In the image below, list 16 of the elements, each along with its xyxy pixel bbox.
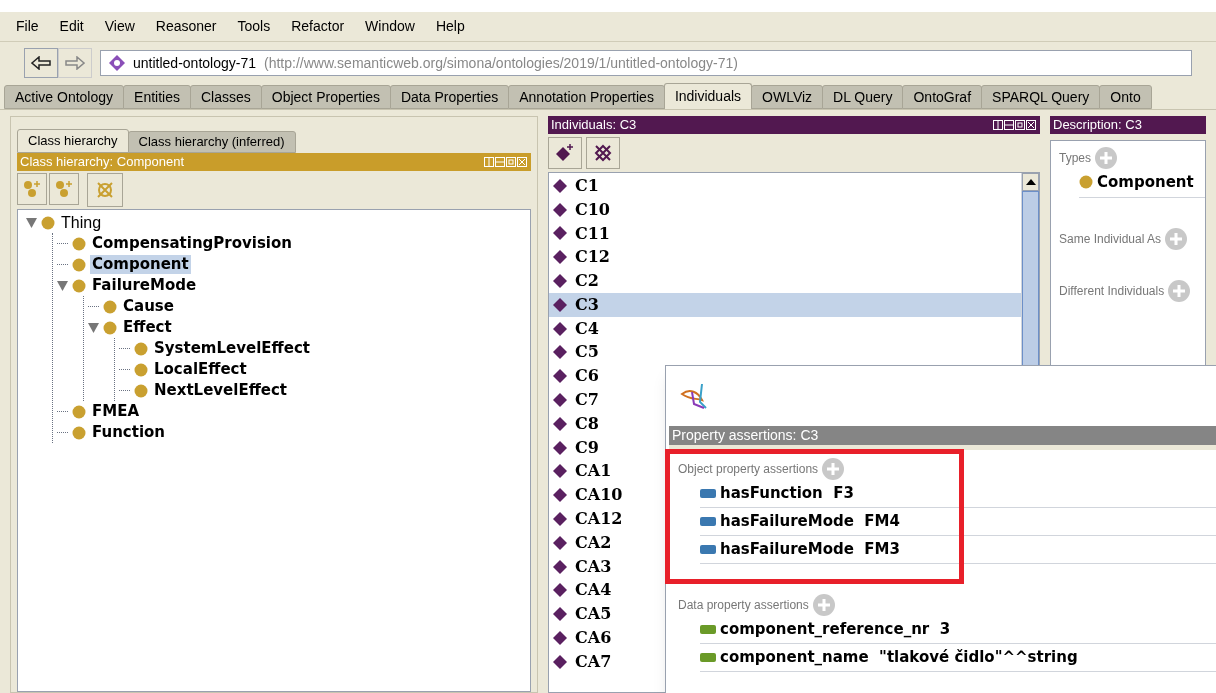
assertion-text: hasFunction F3 <box>720 483 854 505</box>
assertion-text: component_name "tlakové čidlo"^^string <box>720 647 1078 669</box>
panel-title: Individuals: C3 <box>551 116 637 135</box>
assertion-text: component_reference_nr 3 <box>720 619 951 641</box>
section-label: Different Individuals <box>1059 282 1165 300</box>
section-label: Data property assertions <box>678 597 809 614</box>
assertion-text: hasFailureMode FM4 <box>720 511 900 533</box>
ontology-name: untitled-ontology-71 <box>133 53 256 73</box>
section-label: Same Individual As <box>1059 230 1162 248</box>
panel-title: Property assertions: C3 <box>672 426 819 445</box>
ontology-iri: (http://www.semanticweb.org/simona/ontologies/2019/1/untitled-ontology-71) <box>264 53 738 73</box>
panel-title: Class hierarchy: Component <box>20 153 185 172</box>
panel-title: Description: C3 <box>1053 116 1142 135</box>
section-label: Types <box>1059 150 1091 167</box>
assertion-text: hasFailureMode FM3 <box>720 539 900 561</box>
section-label: Object property assertions <box>678 461 819 478</box>
